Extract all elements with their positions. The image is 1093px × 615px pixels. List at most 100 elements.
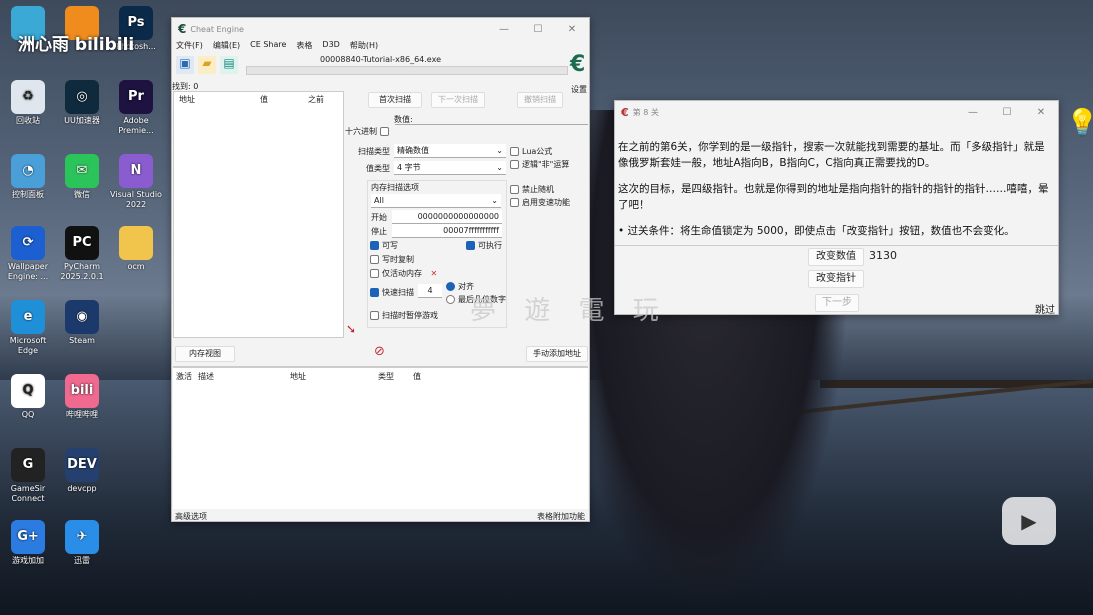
save-icon[interactable]: ▤ [220, 56, 238, 74]
desktop-icon-label: ocm [127, 262, 145, 271]
lightbulb-icon: 💡 [1066, 108, 1093, 138]
hex-label: 十六进制 [345, 127, 377, 136]
next-step-button[interactable]: 下一步 [815, 294, 859, 312]
app-icon: ◎ [65, 80, 99, 114]
maximize-button[interactable]: ☐ [990, 107, 1024, 118]
close-button[interactable]: ✕ [555, 24, 589, 35]
stop-address-input[interactable]: 00007fffffffffff [392, 224, 502, 238]
col-address[interactable]: 地址 [290, 371, 306, 382]
title-bar: € Cheat Engine — ☐ ✕ [172, 18, 589, 40]
app-icon: ◔ [11, 154, 45, 188]
add-address-manually-button[interactable]: 手动添加地址 [526, 346, 588, 362]
desktop-icon[interactable]: ✈ 迅雷 [55, 520, 109, 566]
executable-checkbox[interactable]: 可执行 [466, 240, 502, 251]
change-pointer-button[interactable]: 改变指针 [808, 270, 864, 288]
active-memory-checkbox[interactable]: 仅活动内存 ✕ [370, 268, 437, 279]
fast-scan-checkbox[interactable]: 快速扫描 [370, 287, 414, 298]
desktop-icon[interactable]: G GameSir Connect [1, 448, 55, 504]
desktop-icon-label: Adobe Premie... [118, 116, 154, 135]
skip-link[interactable]: 跳过 [1035, 301, 1055, 316]
memory-view-button[interactable]: 内存视图 [175, 346, 235, 362]
col-active[interactable]: 激活 [176, 371, 192, 382]
writable-checkbox[interactable]: 可写 [370, 240, 398, 251]
process-name: 00008840-Tutorial-x86_64.exe [320, 55, 441, 64]
menu-item[interactable]: 帮助(H) [350, 40, 378, 51]
desktop-icon-label: UU加速器 [64, 116, 100, 125]
col-previous[interactable]: 之前 [308, 94, 324, 105]
desktop-icon[interactable]: G+ 游戏加加 [1, 520, 55, 566]
progress-bar [246, 66, 568, 75]
value-type-select[interactable]: 4 字节 ⌄ [394, 161, 506, 175]
no-random-option[interactable]: 禁止随机 [510, 184, 554, 195]
speedhack-option[interactable]: 启用变速功能 [510, 197, 570, 208]
undo-scan-button[interactable]: 撤销扫描 [517, 92, 563, 108]
col-type[interactable]: 类型 [378, 371, 394, 382]
col-value[interactable]: 值 [260, 94, 268, 105]
not-operator-option[interactable]: 逻辑"非"运算 [510, 159, 569, 170]
tutorial-logo-icon: € [621, 105, 629, 119]
maximize-button[interactable]: ☐ [521, 24, 555, 35]
col-value[interactable]: 值 [413, 371, 421, 382]
col-description[interactable]: 描述 [198, 371, 214, 382]
desktop-icon[interactable]: Pr Adobe Premie... [109, 80, 163, 136]
copy-on-write-checkbox[interactable]: 写时复制 [370, 254, 414, 265]
menu-item[interactable]: D3D [322, 40, 339, 51]
table-extras[interactable]: 表格附加功能 [537, 511, 585, 522]
scan-type-select[interactable]: 精确数值 ⌄ [394, 144, 506, 158]
minimize-button[interactable]: — [956, 107, 990, 118]
desktop-icon[interactable]: N Visual Studio 2022 [109, 154, 163, 210]
menu-item[interactable]: 文件(F) [176, 40, 203, 51]
add-arrow-icon[interactable]: ➘ [346, 322, 356, 336]
value-input[interactable] [395, 124, 588, 125]
desktop-icon-label: GameSir Connect [10, 484, 46, 503]
cheat-engine-window: € Cheat Engine — ☐ ✕ 文件(F) 编辑(E) CE Share 表格 D… [171, 17, 590, 522]
ce-settings-logo-icon[interactable]: € [570, 52, 585, 77]
start-address-input[interactable]: 0000000000000000 [392, 210, 502, 224]
settings-button[interactable]: 设置 [571, 84, 587, 95]
paragraph: 在之前的第6关，你学到的是一级指针，搜索一次就能找到需要的基址。而「多级指针」就… [618, 141, 1045, 169]
lua-formula-option[interactable]: Lua公式 [510, 146, 552, 157]
desktop-icon[interactable]: ✉ 微信 [55, 154, 109, 200]
desktop-icon[interactable]: ◔ 控制面板 [1, 154, 55, 200]
desktop-icon[interactable]: ♻ 回收站 [1, 80, 55, 126]
menu-item[interactable]: 编辑(E) [213, 40, 240, 51]
bilibili-play-icon[interactable]: ▶ [1002, 497, 1056, 545]
found-list[interactable]: 地址 值 之前 [173, 91, 344, 338]
first-scan-button[interactable]: 首次扫描 [368, 92, 422, 108]
desktop-icon[interactable]: ◉ Steam [55, 300, 109, 346]
desktop-icon[interactable]: Q QQ [1, 374, 55, 420]
desktop-icon[interactable]: ◎ UU加速器 [55, 80, 109, 126]
desktop-icon[interactable]: e Microsoft Edge [1, 300, 55, 356]
clear-list-icon[interactable]: ⊘ [374, 344, 385, 359]
tutorial-text: 在之前的第6关，你学到的是一级指针，搜索一次就能找到需要的基址。而「多级指针」就… [618, 139, 1050, 245]
advanced-options[interactable]: 高级选项 [175, 511, 207, 522]
app-icon: PC [65, 226, 99, 260]
app-icon: ♻ [11, 80, 45, 114]
desktop-icon[interactable]: PC PyCharm 2025.2.0.1 [55, 226, 109, 282]
open-process-icon[interactable]: ▣ [176, 56, 194, 74]
open-file-icon[interactable]: ▰ [198, 56, 216, 74]
desktop-icon[interactable]: DEV devcpp [55, 448, 109, 494]
desktop-icon[interactable]: ⟳ Wallpaper Engine: ... [1, 226, 55, 282]
change-value-button[interactable]: 改变数值 [808, 248, 864, 266]
desktop-icon-label: Microsoft Edge [9, 336, 47, 355]
desktop-icon[interactable]: ocm [109, 226, 163, 272]
menu-item[interactable]: CE Share [250, 40, 286, 51]
app-icon: bili [65, 374, 99, 408]
memory-region-select[interactable]: All ⌄ [371, 194, 501, 208]
desktop-icon[interactable]: bili 哔哩哔哩 [55, 374, 109, 420]
watermark-center: 夢 遊 電 玩 [470, 296, 669, 326]
desktop-icon-label: Steam [69, 336, 95, 345]
watermark-top: 洲心雨 bilibili [18, 35, 135, 55]
fast-scan-value[interactable]: 4 [418, 284, 442, 298]
cheat-table[interactable]: 激活 描述 地址 类型 值 [173, 366, 588, 509]
minimize-button[interactable]: — [487, 24, 521, 35]
next-scan-button[interactable]: 下一次扫描 [431, 92, 485, 108]
menu-item[interactable]: 表格 [296, 40, 312, 51]
hex-checkbox[interactable] [379, 127, 389, 136]
col-address[interactable]: 地址 [179, 94, 195, 105]
app-icon: ⟳ [11, 226, 45, 260]
desktop-icon-label: 迅雷 [74, 556, 90, 565]
close-button[interactable]: ✕ [1024, 107, 1058, 118]
pause-game-checkbox[interactable]: 扫描时暂停游戏 [370, 310, 438, 321]
